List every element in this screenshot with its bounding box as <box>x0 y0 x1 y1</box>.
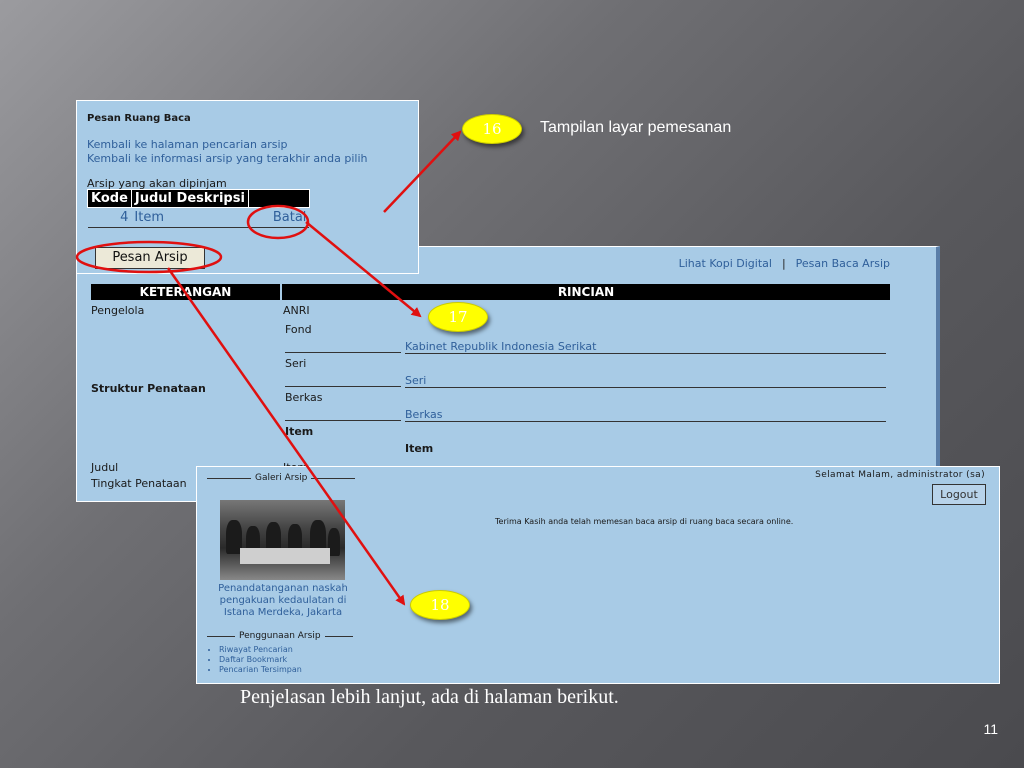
caption-16: Tampilan layar pemesanan <box>540 119 732 136</box>
badge-18: 18 <box>410 590 470 620</box>
arrow-18 <box>166 267 406 606</box>
badge-17: 17 <box>428 302 488 332</box>
batal-highlight-circle <box>246 204 310 240</box>
page-number: 11 <box>983 721 998 737</box>
badge-16: 16 <box>462 114 522 144</box>
button-highlight-circle <box>75 240 223 274</box>
arrow-17 <box>305 221 422 318</box>
arrow-16 <box>383 130 462 213</box>
annotation-overlay <box>75 130 462 606</box>
footer-text: Penjelasan lebih lanjut, ada di halaman … <box>240 686 619 708</box>
